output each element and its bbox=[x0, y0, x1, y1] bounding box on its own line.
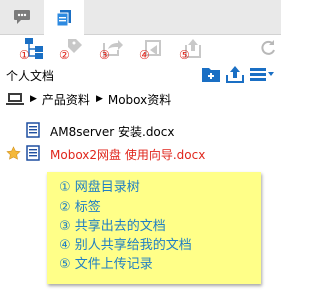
file-name: Mobox2网盘 使用向导.docx bbox=[50, 148, 206, 162]
legend-item: ① 网盘目录树 bbox=[59, 180, 140, 195]
legend-note: ① 网盘目录树 ② 标签 ③ 共享出去的文档 ④ 别人共享给我的文档 ⑤ 文件上… bbox=[47, 172, 261, 284]
file-row[interactable]: AM8server 安装.docx bbox=[0, 120, 281, 140]
chevron-right-icon: ▶ bbox=[95, 94, 103, 104]
tool-bar: ① ② ③ ④ ⑤ bbox=[0, 35, 281, 61]
breadcrumb-item-mobox[interactable]: Mobox资料 bbox=[108, 91, 171, 108]
tool-number-5: ⑤ bbox=[179, 48, 190, 62]
directory-tree-button[interactable]: ① bbox=[16, 37, 44, 62]
header-actions bbox=[201, 64, 275, 84]
tags-button[interactable]: ② bbox=[56, 37, 84, 62]
legend-item: ③ 共享出去的文档 bbox=[59, 219, 166, 234]
file-name: AM8server 安装.docx bbox=[50, 125, 175, 139]
star-icon[interactable] bbox=[6, 146, 21, 161]
legend-item: ⑤ 文件上传记录 bbox=[59, 257, 153, 272]
tool-number-2: ② bbox=[59, 48, 70, 62]
shared-with-me-button[interactable]: ④ bbox=[136, 37, 164, 62]
page-title: 个人文档 bbox=[6, 69, 55, 83]
top-bar bbox=[0, 0, 281, 35]
chevron-right-icon: ▶ bbox=[30, 94, 37, 104]
breadcrumb-item-products[interactable]: 产品资料 bbox=[42, 91, 90, 108]
tool-number-1: ① bbox=[19, 48, 30, 62]
documents-icon bbox=[56, 9, 71, 26]
upload-records-button[interactable]: ⑤ bbox=[176, 37, 204, 62]
shared-out-button[interactable]: ③ bbox=[96, 37, 124, 62]
file-row[interactable]: Mobox2网盘 使用向导.docx bbox=[0, 143, 281, 163]
computer-icon[interactable] bbox=[6, 92, 24, 106]
chat-tab[interactable] bbox=[2, 0, 42, 34]
legend-item: ② 标签 bbox=[59, 200, 101, 215]
documents-tab[interactable] bbox=[44, 0, 84, 35]
word-document-icon bbox=[26, 145, 40, 161]
new-folder-icon[interactable] bbox=[201, 65, 221, 83]
breadcrumb: ▶ 产品资料 ▶ Mobox资料 bbox=[6, 90, 171, 108]
refresh-icon[interactable] bbox=[259, 39, 277, 57]
word-document-icon bbox=[26, 122, 40, 138]
legend-item: ④ 别人共享给我的文档 bbox=[59, 238, 192, 253]
chat-icon bbox=[14, 10, 30, 24]
view-list-icon[interactable] bbox=[249, 65, 275, 83]
tool-number-4: ④ bbox=[139, 48, 150, 62]
upload-icon[interactable] bbox=[225, 65, 245, 83]
tool-number-3: ③ bbox=[99, 48, 110, 62]
